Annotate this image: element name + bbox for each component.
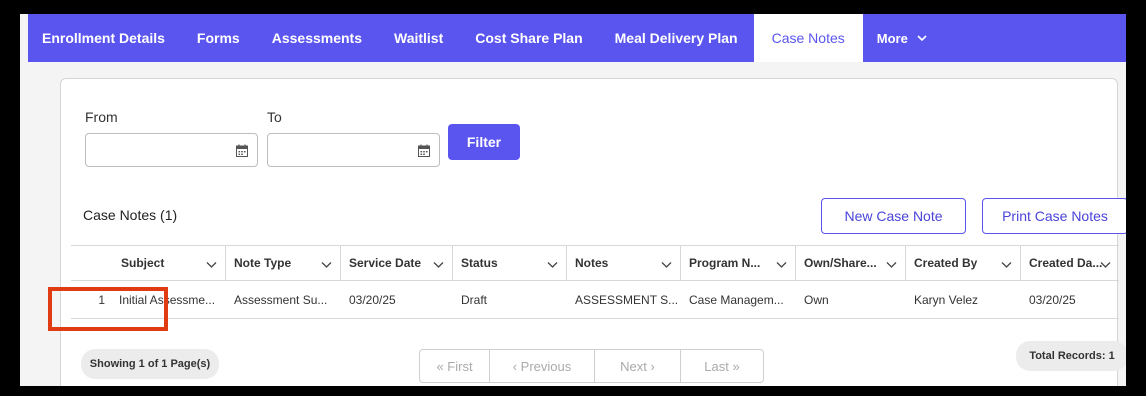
note-type-cell: Assessment Su... — [234, 292, 328, 307]
print-case-notes-button[interactable]: Print Case Notes — [982, 198, 1126, 234]
program-name-cell: Case Managem... — [689, 292, 784, 307]
filter-button[interactable]: Filter — [448, 124, 520, 160]
first-page-button[interactable]: « First — [420, 350, 490, 382]
notes-cell: ASSESSMENT S... — [575, 292, 679, 307]
subject-link[interactable]: Initial Assessme... — [111, 281, 226, 318]
column-header-label: Own/Share... — [804, 256, 877, 270]
tab-assessments[interactable]: Assessments — [256, 14, 378, 62]
column-header-label: Program N... — [689, 256, 761, 270]
app-frame: Enrollment Details Forms Assessments Wai… — [20, 14, 1126, 386]
chevron-down-icon[interactable] — [547, 259, 558, 270]
service-date-cell: 03/20/25 — [349, 292, 396, 307]
column-header-status[interactable]: Status — [453, 246, 567, 280]
previous-page-button[interactable]: ‹ Previous — [490, 350, 595, 382]
to-date-field[interactable] — [267, 133, 440, 167]
tab-forms[interactable]: Forms — [181, 14, 256, 62]
column-header-label: Note Type — [234, 256, 292, 270]
column-header-own-shared[interactable]: Own/Share... — [796, 246, 906, 280]
tab-case-notes[interactable]: Case Notes — [753, 14, 863, 62]
table-row[interactable]: 1 Initial Assessme... Assessment Su... 0… — [71, 281, 1119, 319]
chevron-down-icon — [917, 35, 927, 42]
column-header-label: Created By — [914, 256, 978, 270]
column-header-created-date[interactable]: Created Da... — [1021, 246, 1119, 280]
page-count-indicator: Showing 1 of 1 Page(s) — [81, 349, 219, 379]
chevron-down-icon[interactable] — [433, 259, 444, 270]
last-page-button[interactable]: Last » — [681, 350, 763, 382]
column-header-label: Status — [461, 256, 498, 270]
chevron-down-icon[interactable] — [886, 259, 897, 270]
column-header-program-name[interactable]: Program N... — [681, 246, 796, 280]
column-header-note-type[interactable]: Note Type — [226, 246, 341, 280]
tab-waitlist[interactable]: Waitlist — [378, 14, 459, 62]
column-header-label: Subject — [121, 256, 165, 270]
chevron-down-icon[interactable] — [206, 259, 217, 270]
table-header-row: Subject Note Type Service Date Status No… — [71, 245, 1119, 281]
case-notes-table: Subject Note Type Service Date Status No… — [71, 245, 1119, 319]
chevron-down-icon[interactable] — [1100, 259, 1111, 270]
tab-enrollment-details[interactable]: Enrollment Details — [28, 14, 181, 62]
calendar-icon[interactable] — [236, 144, 248, 157]
tab-bar: Enrollment Details Forms Assessments Wai… — [28, 14, 1126, 62]
row-number: 1 — [98, 292, 105, 307]
column-header-service-date[interactable]: Service Date — [341, 246, 453, 280]
column-header-label: Service Date — [349, 256, 422, 270]
tab-more[interactable]: More — [863, 14, 942, 62]
next-page-button[interactable]: Next › — [595, 350, 681, 382]
chevron-down-icon[interactable] — [321, 259, 332, 270]
to-date-input[interactable] — [268, 134, 409, 166]
column-header-notes[interactable]: Notes — [567, 246, 681, 280]
new-case-note-button[interactable]: New Case Note — [821, 198, 966, 234]
chevron-down-icon[interactable] — [776, 259, 787, 270]
tab-meal-delivery-plan[interactable]: Meal Delivery Plan — [599, 14, 754, 62]
status-cell: Draft — [461, 292, 488, 307]
tab-more-label: More — [876, 30, 908, 46]
calendar-icon[interactable] — [418, 144, 430, 157]
total-records-badge: Total Records: 1 — [1016, 341, 1126, 371]
created-by-cell: Karyn Velez — [914, 292, 979, 307]
to-label: To — [267, 109, 282, 125]
column-header-subject[interactable]: Subject — [111, 246, 226, 280]
column-header-label: Notes — [575, 256, 609, 270]
chevron-down-icon[interactable] — [661, 259, 672, 270]
pagination: « First ‹ Previous Next › Last » — [419, 349, 764, 383]
column-header-created-by[interactable]: Created By — [906, 246, 1021, 280]
case-notes-panel: From To Filter Case Notes (1) New Case N… — [60, 78, 1126, 386]
tab-cost-share-plan[interactable]: Cost Share Plan — [459, 14, 598, 62]
created-date-cell: 03/20/25 — [1029, 292, 1076, 307]
case-notes-count-title: Case Notes (1) — [83, 207, 178, 223]
from-date-input[interactable] — [86, 134, 227, 166]
from-date-field[interactable] — [85, 133, 258, 167]
chevron-down-icon[interactable] — [1001, 259, 1012, 270]
column-header-label: Created Da... — [1029, 256, 1103, 270]
own-shared-cell: Own — [804, 292, 829, 307]
from-label: From — [85, 109, 118, 125]
